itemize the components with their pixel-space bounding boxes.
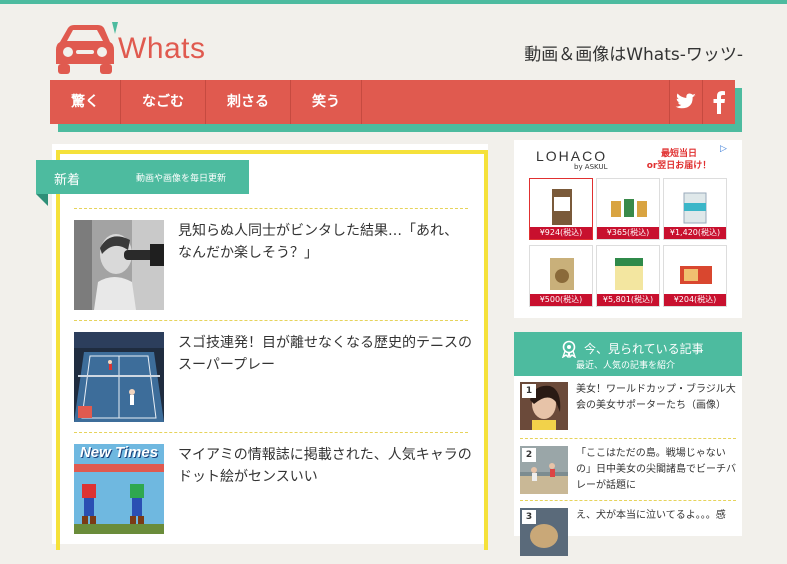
ad-product[interactable]: ¥500(税込)	[529, 245, 593, 307]
article-item[interactable]: 見知らぬ人同士がビンタした結果…「あれ、なんだか楽しそう？」	[74, 220, 468, 310]
site-logo[interactable]: Whats	[52, 20, 222, 80]
article-title[interactable]: スゴ技連発！目が離せなくなる歴史的テニスのスーパープレー	[178, 332, 472, 376]
product-snack-icon	[550, 258, 574, 290]
article-divider	[74, 320, 468, 321]
product-box-icon	[615, 258, 643, 290]
thumb-caption: New Times	[79, 444, 159, 461]
product-curry-icon	[680, 266, 712, 284]
ad-product[interactable]: ¥204(税込)	[663, 245, 727, 307]
ad-promo[interactable]: 最短当日 or翌日お届け！	[640, 148, 718, 172]
popular-title-text[interactable]: え、犬が本当に泣いてるよ。。。感	[576, 508, 738, 524]
new-section-title: 新着	[54, 173, 81, 188]
logo-text: Whats	[118, 32, 206, 65]
new-section-tab: 新着 動画や画像を毎日更新	[36, 160, 249, 194]
popular-divider	[520, 438, 736, 439]
ad-choices-icon[interactable]: ▷	[720, 144, 727, 154]
popular-item[interactable]: 1 美女！ワールドカップ・ブラジル大会の美女サポーターたち（画像）	[514, 376, 742, 438]
rank-badge: 1	[522, 384, 536, 398]
ad-price: ¥365(税込)	[597, 227, 659, 239]
article-divider	[74, 208, 468, 209]
new-section-subtitle: 動画や画像を毎日更新	[136, 174, 227, 184]
product-cup-icon	[611, 199, 647, 217]
popular-item[interactable]: 2 「ここはただの島。戦場じゃないの」日中美女の尖閣諸島でビーチバレーが話題に	[514, 440, 742, 502]
facebook-icon	[713, 91, 725, 114]
ad-product[interactable]: ¥924(税込)	[529, 178, 593, 240]
article-thumbnail[interactable]	[74, 220, 164, 310]
article-item[interactable]: New Times マイアミの情報誌に掲載された、人気キャラのドット絵がセンスい…	[74, 444, 472, 534]
ad-price: ¥924(税込)	[530, 227, 592, 239]
ad-promo-line2: or翌日お届け！	[646, 161, 712, 171]
facebook-button[interactable]	[702, 80, 735, 124]
article-title[interactable]: 見知らぬ人同士がビンタした結果…「あれ、なんだか楽しそう？」	[178, 220, 472, 264]
ad-price: ¥204(税込)	[664, 294, 726, 306]
popular-title-text[interactable]: 美女！ワールドカップ・ブラジル大会の美女サポーターたち（画像）	[576, 382, 738, 414]
ad-product[interactable]: ¥365(税込)	[596, 178, 660, 240]
article-thumbnail[interactable]	[74, 332, 164, 422]
site-tagline: 動画＆画像はWhats-ワッツ-	[524, 45, 743, 65]
ad-promo-line1: 最短当日	[660, 149, 697, 159]
article-thumbnail[interactable]: New Times	[74, 444, 164, 534]
article-item[interactable]: スゴ技連発！目が離せなくなる歴史的テニスのスーパープレー	[74, 332, 472, 422]
product-bag-icon	[552, 189, 572, 225]
main-nav: 驚く なごむ 刺さる 笑う	[50, 80, 735, 124]
ad-price: ¥1,420(税込)	[664, 227, 726, 239]
nav-item-surprise[interactable]: 驚く	[50, 80, 121, 124]
nav-item-funny[interactable]: 笑う	[291, 80, 362, 124]
popular-header: 今、見られている記事 最近、人気の記事を紹介	[514, 332, 742, 376]
product-pitcher-icon	[683, 192, 707, 224]
tennis-court-icon	[74, 332, 164, 422]
twitter-button[interactable]	[669, 80, 702, 124]
ad-product[interactable]: ¥1,420(税込)	[663, 178, 727, 240]
article-title[interactable]: マイアミの情報誌に掲載された、人気キャラのドット絵がセンスいい	[178, 444, 472, 488]
ribbon-icon	[561, 340, 577, 358]
ad-product[interactable]: ¥5,801(税込)	[596, 245, 660, 307]
popular-title: 今、見られている記事	[584, 342, 704, 356]
slap-photo-icon	[74, 220, 164, 310]
twitter-icon	[675, 93, 696, 109]
rank-badge: 3	[522, 510, 536, 524]
article-divider	[74, 432, 468, 433]
ad-price: ¥500(税込)	[530, 294, 592, 306]
popular-divider	[520, 500, 736, 501]
top-accent-line	[0, 0, 787, 4]
popular-item[interactable]: 3 え、犬が本当に泣いてるよ。。。感	[514, 502, 742, 564]
nav-item-touching[interactable]: 刺さる	[206, 80, 291, 124]
popular-title-text[interactable]: 「ここはただの島。戦場じゃないの」日中美女の尖閣諸島でビーチバレーが話題に	[576, 446, 738, 494]
car-logo-icon	[56, 22, 118, 74]
rank-badge: 2	[522, 448, 536, 462]
popular-subtitle: 最近、人気の記事を紹介	[576, 361, 676, 371]
nav-item-relax[interactable]: なごむ	[121, 80, 206, 124]
tab-fold-shadow	[36, 194, 48, 206]
ad-price: ¥5,801(税込)	[597, 294, 659, 306]
ad-brand[interactable]: LOHACO	[536, 148, 607, 164]
ad-brand-sub: by ASKUL	[574, 163, 608, 171]
